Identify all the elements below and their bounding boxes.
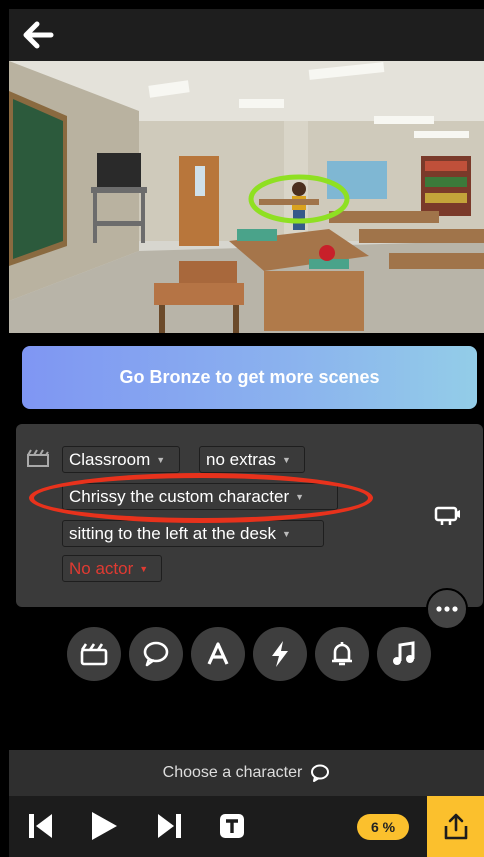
progress-badge: 6 % <box>357 814 409 840</box>
scene-icon <box>80 643 108 666</box>
title-card-button[interactable] <box>219 813 245 844</box>
playback-bar: 6 % <box>9 796 484 857</box>
sound-effects-tool-button[interactable] <box>315 627 369 681</box>
pose-dropdown[interactable]: sitting to the left at the desk ▼ <box>62 520 324 547</box>
share-button[interactable] <box>427 796 484 857</box>
play-button[interactable] <box>89 810 119 847</box>
text-icon <box>207 642 229 665</box>
dropdown-arrow-icon: ▼ <box>139 564 149 575</box>
lightning-icon <box>272 641 288 667</box>
dropdown-arrow-icon: ▼ <box>295 492 305 503</box>
ellipsis-icon <box>436 606 458 612</box>
clapperboard-icon <box>27 449 49 467</box>
previous-button[interactable] <box>26 810 56 847</box>
play-icon <box>92 812 117 840</box>
more-options-button[interactable] <box>426 588 468 630</box>
hint-bar: Choose a character <box>9 750 484 796</box>
speech-bubble-icon <box>143 641 169 667</box>
dropdown-arrow-icon: ▼ <box>281 529 291 540</box>
back-button[interactable] <box>21 19 55 51</box>
music-tool-button[interactable] <box>377 627 431 681</box>
share-icon <box>444 813 467 839</box>
dropdown-arrow-icon: ▼ <box>281 455 291 466</box>
title-card-icon <box>220 814 244 838</box>
dropdown-arrow-icon: ▼ <box>156 455 166 466</box>
tool-bar <box>67 627 437 683</box>
music-icon <box>393 641 415 665</box>
camera-icon[interactable] <box>434 503 462 527</box>
extras-dropdown[interactable]: no extras ▼ <box>199 446 305 473</box>
classroom-scene-image <box>9 61 484 333</box>
pose-value: sitting to the left at the desk <box>69 524 276 543</box>
character-dropdown[interactable]: Chrissy the custom character ▼ <box>62 483 338 510</box>
hint-text: Choose a character <box>162 764 303 781</box>
character-value: Chrissy the custom character <box>69 487 290 506</box>
top-bar <box>9 9 484 61</box>
back-arrow-icon <box>23 21 54 49</box>
go-bronze-button[interactable]: Go Bronze to get more scenes <box>22 346 477 409</box>
actor-value: No actor <box>69 559 134 578</box>
dialogue-tool-button[interactable] <box>129 627 183 681</box>
skip-forward-icon <box>158 814 181 838</box>
bell-icon <box>332 642 352 666</box>
scene-tool-button[interactable] <box>67 627 121 681</box>
extras-value: no extras <box>206 450 276 469</box>
location-dropdown[interactable]: Classroom ▼ <box>62 446 180 473</box>
next-button[interactable] <box>154 810 184 847</box>
scene-preview[interactable] <box>9 61 484 333</box>
skip-back-icon <box>29 814 52 838</box>
actor-dropdown[interactable]: No actor ▼ <box>62 555 162 582</box>
scene-editor-panel: Classroom ▼ no extras ▼ Chrissy the custom… <box>16 424 483 607</box>
effects-tool-button[interactable] <box>253 627 307 681</box>
location-value: Classroom <box>69 450 151 469</box>
text-tool-button[interactable] <box>191 627 245 681</box>
speech-bubble-icon <box>311 764 330 782</box>
